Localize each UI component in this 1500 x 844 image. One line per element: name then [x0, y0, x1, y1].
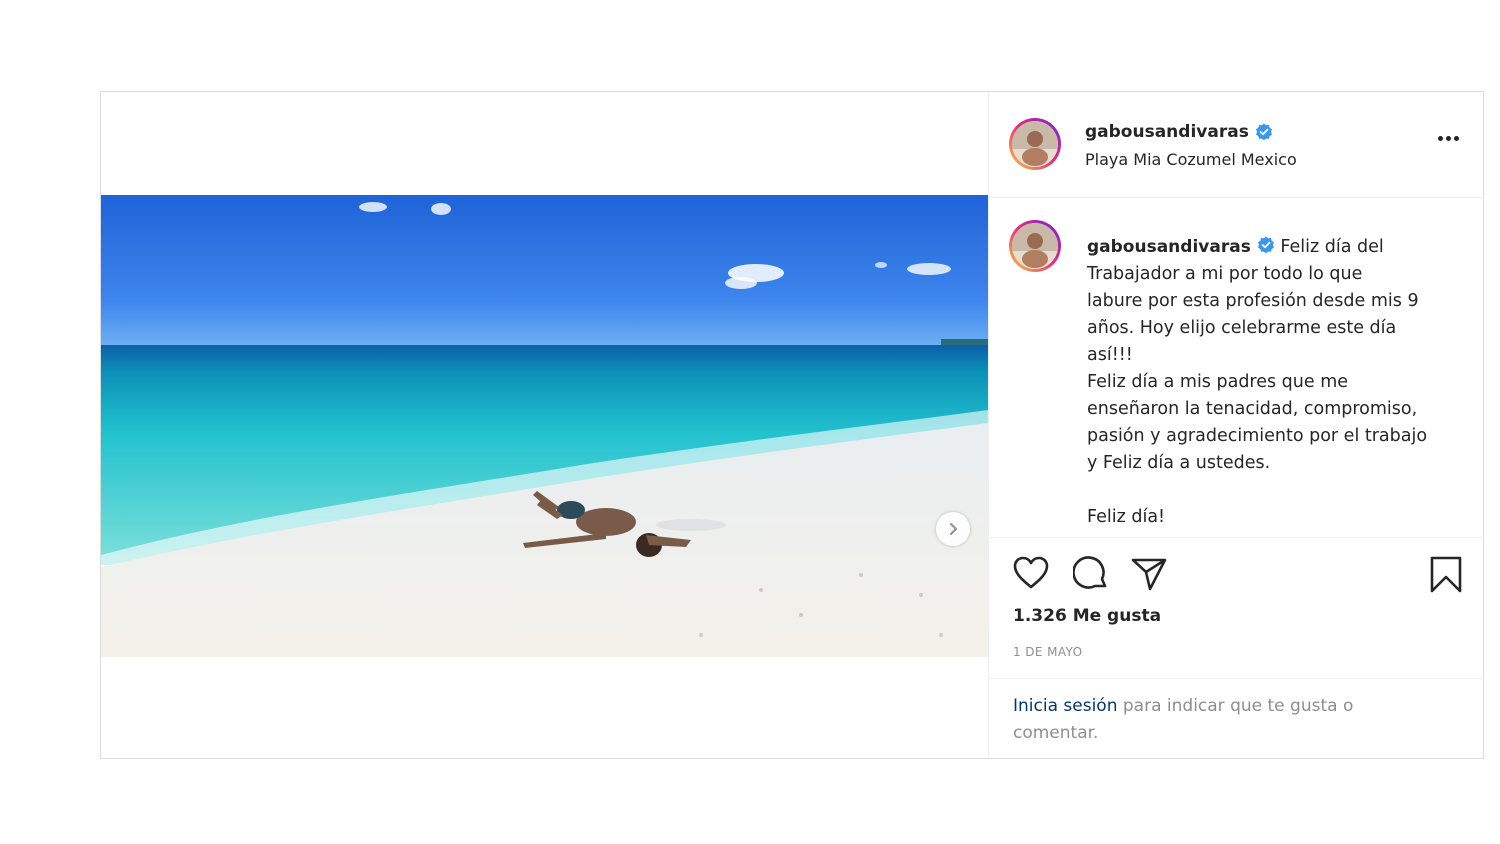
more-options-icon[interactable]	[1438, 136, 1459, 141]
beach-photo-image	[101, 195, 988, 657]
username-link[interactable]: gabousandivaras	[1085, 122, 1249, 142]
caption-avatar[interactable]	[1009, 220, 1061, 272]
login-prompt-text: Inicia sesión para indicar que te gusta …	[1013, 693, 1443, 747]
post-media	[101, 92, 988, 758]
login-link[interactable]: Inicia sesión	[1013, 696, 1117, 716]
login-prompt: Inicia sesión para indicar que te gusta …	[989, 678, 1484, 758]
post-sidebar: gabousandivaras Playa Mia Cozumel Mexico	[988, 92, 1484, 758]
action-bar	[1009, 556, 1469, 596]
caption-username[interactable]: gabousandivaras	[1087, 237, 1251, 257]
instagram-post: gabousandivaras Playa Mia Cozumel Mexico	[100, 91, 1484, 759]
heart-icon[interactable]	[1013, 556, 1049, 590]
avatar-image	[1012, 223, 1058, 269]
caption-body: Trabajador a mi por todo lo que labure p…	[1087, 264, 1428, 527]
likes-count[interactable]: 1.326 Me gusta	[1013, 606, 1161, 626]
comment-icon[interactable]	[1073, 556, 1109, 592]
verified-badge-icon	[1255, 123, 1272, 141]
caption-area: gabousandivaras Feliz día del Trabajador…	[989, 198, 1484, 538]
caption-first-line: Feliz día del	[1280, 237, 1384, 257]
bookmark-icon[interactable]	[1429, 556, 1463, 594]
beach-photo[interactable]	[101, 195, 988, 657]
avatar-image	[1012, 121, 1058, 167]
verified-badge-icon	[1257, 236, 1274, 254]
location-link[interactable]: Playa Mia Cozumel Mexico	[1085, 150, 1297, 169]
avatar[interactable]	[1009, 118, 1061, 170]
post-date[interactable]: 1 DE MAYO	[1013, 645, 1082, 659]
header-user: gabousandivaras	[1085, 122, 1273, 142]
chevron-right-icon	[950, 523, 957, 535]
caption-text: gabousandivaras Feliz día del Trabajador…	[1087, 234, 1457, 531]
post-header: gabousandivaras Playa Mia Cozumel Mexico	[989, 92, 1484, 198]
paper-plane-icon[interactable]	[1131, 556, 1167, 592]
carousel-next-button[interactable]	[936, 512, 970, 546]
